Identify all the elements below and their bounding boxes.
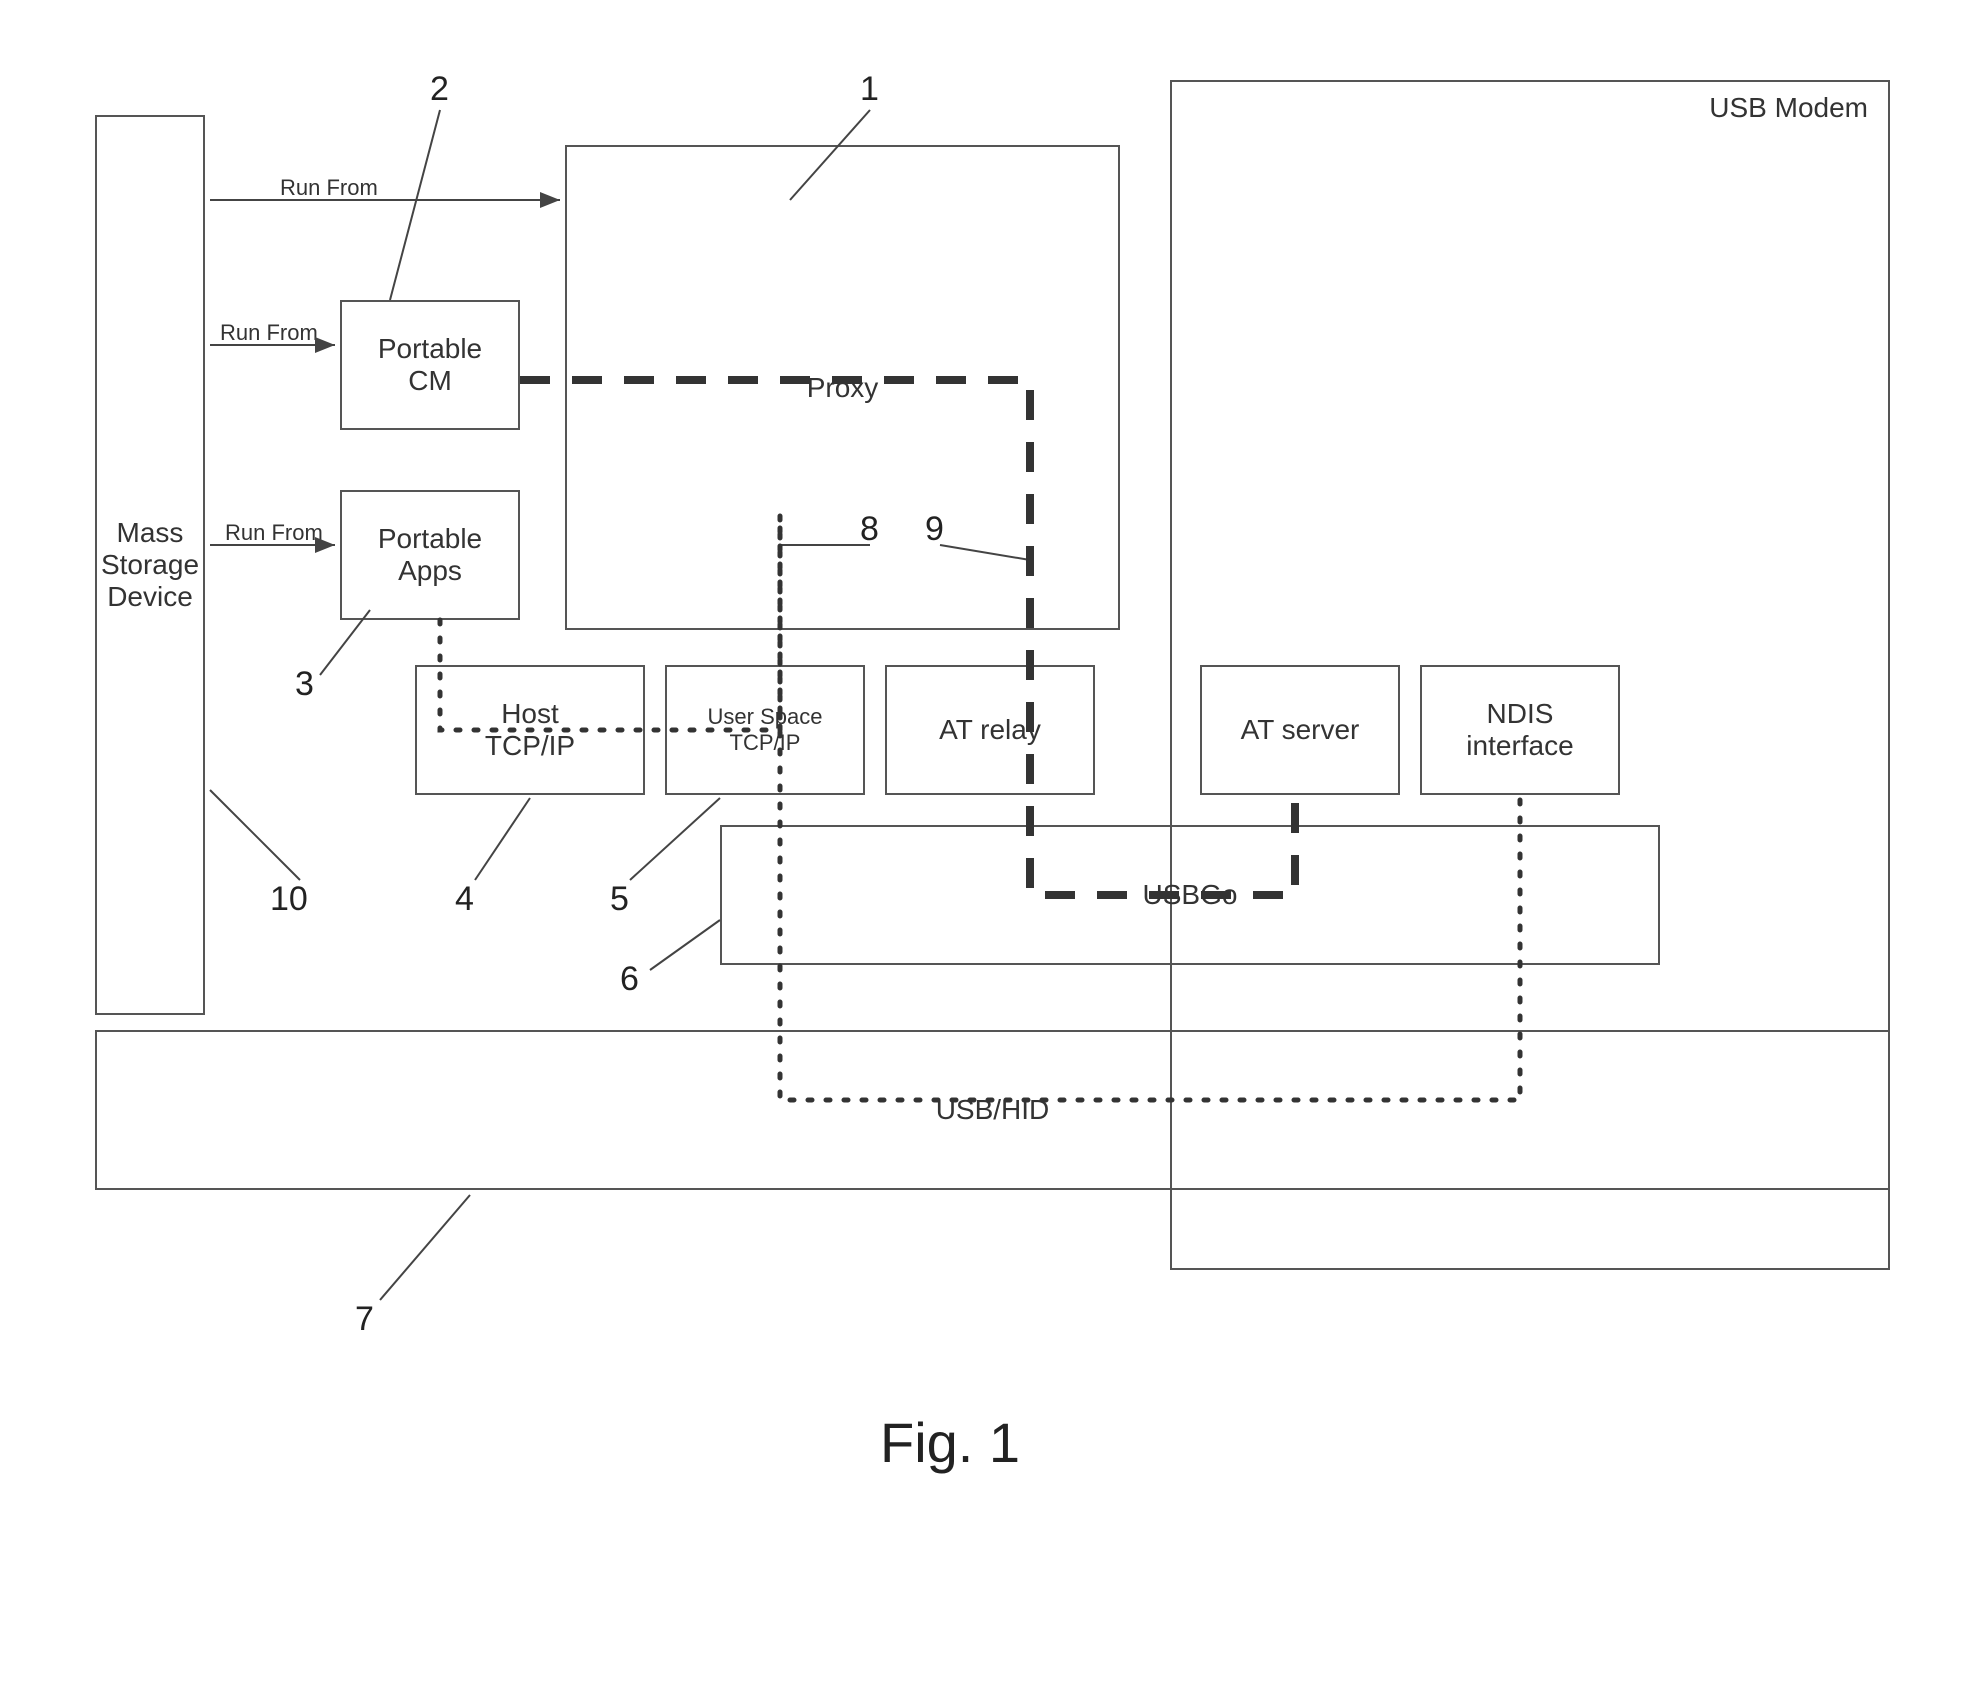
at-relay-label: AT relay — [939, 714, 1041, 746]
proxy-box: Proxy — [565, 145, 1120, 630]
callout-4: 4 — [455, 880, 474, 919]
ndis-box: NDIS interface — [1420, 665, 1620, 795]
user-tcpip-label: User Space TCP/IP — [708, 704, 823, 756]
usb-hid-label: USB/HID — [936, 1094, 1050, 1126]
host-tcpip-label: Host TCP/IP — [485, 698, 575, 762]
figure-caption: Fig. 1 — [880, 1410, 1020, 1475]
callout-2: 2 — [430, 70, 449, 109]
mass-storage-label: Mass Storage Device — [101, 517, 199, 613]
portable-apps-box: Portable Apps — [340, 490, 520, 620]
usbgo-label: USBGo — [1143, 879, 1238, 911]
host-tcpip-box: Host TCP/IP — [415, 665, 645, 795]
callout-8: 8 — [860, 510, 879, 549]
at-relay-box: AT relay — [885, 665, 1095, 795]
portable-apps-label: Portable Apps — [378, 523, 482, 587]
at-server-label: AT server — [1241, 714, 1360, 746]
callout-5: 5 — [610, 880, 629, 919]
at-server-box: AT server — [1200, 665, 1400, 795]
proxy-label: Proxy — [807, 372, 879, 404]
run-from-3-label: Run From — [225, 520, 323, 546]
callout-1: 1 — [860, 70, 879, 109]
callout-3: 3 — [295, 665, 314, 704]
usb-modem-label: USB Modem — [1709, 92, 1868, 124]
callout-9: 9 — [925, 510, 944, 549]
portable-cm-label: Portable CM — [378, 333, 482, 397]
run-from-1-label: Run From — [280, 175, 378, 201]
user-tcpip-box: User Space TCP/IP — [665, 665, 865, 795]
usb-hid-box: USB/HID — [95, 1030, 1890, 1190]
portable-cm-box: Portable CM — [340, 300, 520, 430]
callout-10: 10 — [270, 880, 308, 919]
run-from-2-label: Run From — [220, 320, 318, 346]
callout-6: 6 — [620, 960, 639, 999]
mass-storage-box: Mass Storage Device — [95, 115, 205, 1015]
ndis-label: NDIS interface — [1466, 698, 1573, 762]
callout-7: 7 — [355, 1300, 374, 1339]
usbgo-box: USBGo — [720, 825, 1660, 965]
